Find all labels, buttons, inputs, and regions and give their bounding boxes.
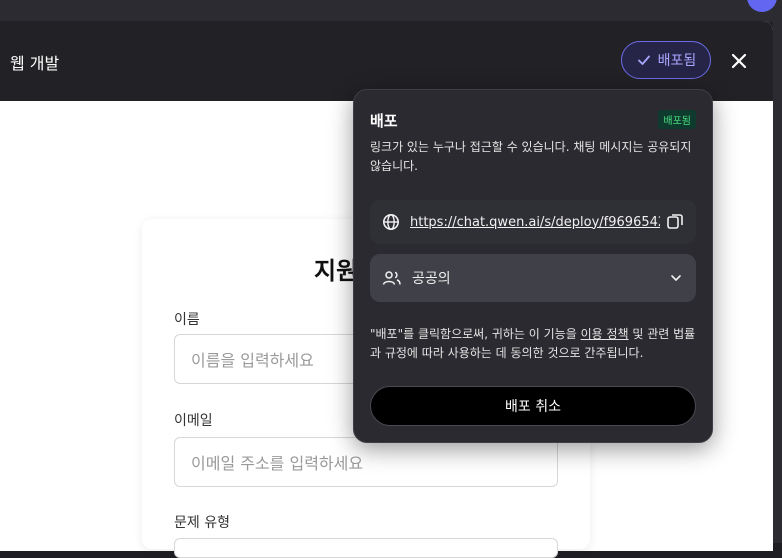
deployed-button[interactable]: 배포됨 bbox=[621, 41, 711, 79]
users-icon bbox=[382, 271, 401, 285]
visibility-select[interactable]: 공공의 bbox=[370, 254, 696, 302]
deploy-link[interactable]: https://chat.qwen.ai/s/deploy/f9696542 bbox=[410, 215, 660, 230]
close-icon bbox=[731, 53, 747, 69]
email-label: 이메일 bbox=[174, 413, 213, 429]
window-title: 웹 개발 bbox=[10, 54, 60, 73]
popover-title: 배포 bbox=[370, 112, 398, 130]
deploy-popover: 배포 배포됨 링크가 있는 누구나 접근할 수 있습니다. 채팅 메시지는 공유… bbox=[353, 89, 713, 443]
visibility-value: 공공의 bbox=[412, 271, 451, 287]
globe-icon bbox=[383, 214, 399, 230]
popover-description: 링크가 있는 누구나 접근할 수 있습니다. 채팅 메시지는 공유되지 않습니다… bbox=[370, 140, 692, 173]
scrollbar[interactable] bbox=[773, 22, 782, 543]
usage-policy-link[interactable]: 이용 정책 bbox=[581, 327, 629, 341]
deployed-label: 배포됨 bbox=[657, 53, 697, 69]
cancel-deploy-button[interactable]: 배포 취소 bbox=[370, 386, 696, 426]
status-badge: 배포됨 bbox=[658, 110, 696, 129]
name-placeholder: 이름을 입력하세요 bbox=[191, 351, 314, 370]
chevron-down-icon bbox=[671, 275, 681, 281]
policy-note: "배포"를 클릭함으로써, 귀하는 이 기능을 이용 정책 및 관련 법률과 규… bbox=[370, 325, 700, 363]
issue-type-select[interactable] bbox=[174, 538, 558, 558]
check-icon bbox=[637, 55, 650, 65]
deploy-link-row: https://chat.qwen.ai/s/deploy/f9696542 bbox=[370, 200, 696, 244]
close-button[interactable] bbox=[728, 50, 750, 72]
name-label: 이름 bbox=[174, 312, 200, 328]
cancel-deploy-label: 배포 취소 bbox=[505, 399, 561, 415]
email-input[interactable]: 이메일 주소를 입력하세요 bbox=[174, 437, 558, 487]
policy-note-prefix: "배포"를 클릭함으로써, 귀하는 이 기능을 bbox=[370, 327, 581, 341]
top-bar bbox=[0, 0, 782, 22]
form-title: 지원 bbox=[314, 257, 359, 285]
issue-type-label: 문제 유형 bbox=[174, 515, 230, 531]
copy-icon[interactable] bbox=[666, 212, 684, 230]
email-placeholder: 이메일 주소를 입력하세요 bbox=[191, 454, 364, 473]
